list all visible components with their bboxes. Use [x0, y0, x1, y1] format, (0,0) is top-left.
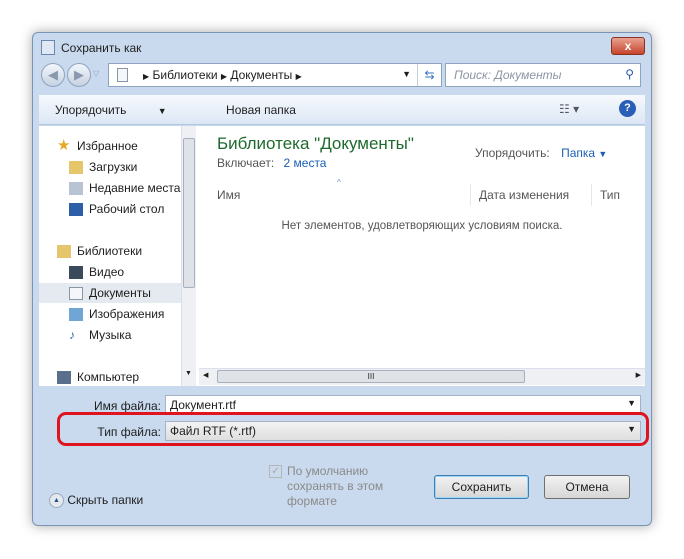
- downloads-icon: [69, 161, 83, 174]
- filename-label: Имя файла:: [94, 399, 161, 413]
- organize-button[interactable]: Упорядочить ▼: [55, 103, 195, 117]
- nav-computer[interactable]: Компьютер: [39, 367, 181, 387]
- scroll-right-arrow[interactable]: ▶: [636, 371, 641, 379]
- sidebar-scrollbar[interactable]: ▼: [181, 126, 196, 386]
- horizontal-scrollbar[interactable]: ◀ III ▶: [199, 368, 645, 385]
- address-bar[interactable]: ▶ Библиотеки ▶ Документы ▶ ▼ ⇆: [108, 63, 442, 87]
- desktop-icon: [69, 203, 83, 216]
- scroll-down-arrow[interactable]: ▼: [185, 370, 192, 377]
- breadcrumb-documents[interactable]: Документы: [230, 68, 292, 82]
- cancel-button[interactable]: Отмена: [544, 475, 630, 499]
- window-title: Сохранить как: [61, 41, 142, 55]
- libraries-icon: [57, 245, 71, 258]
- column-date[interactable]: Дата изменения: [471, 184, 592, 206]
- nav-libraries[interactable]: Библиотеки: [39, 241, 181, 261]
- star-icon: ★: [57, 137, 71, 154]
- close-button[interactable]: x: [611, 37, 645, 55]
- music-icon: ♪: [69, 328, 75, 342]
- save-button[interactable]: Сохранить: [434, 475, 529, 499]
- hscroll-thumb[interactable]: III: [217, 370, 525, 383]
- toolbar: Упорядочить ▼ Новая папка ☷ ▾ ?: [39, 95, 645, 125]
- video-icon: [69, 266, 83, 279]
- default-format-checkbox[interactable]: ✓: [269, 465, 282, 478]
- nav-pictures[interactable]: Изображения: [39, 304, 181, 324]
- nav-music[interactable]: ♪ Музыка: [39, 325, 181, 345]
- nav-recent[interactable]: Недавние места: [39, 178, 181, 198]
- empty-message: Нет элементов, удовлетворяющих условиям …: [281, 220, 563, 232]
- column-name[interactable]: Имя: [199, 184, 471, 206]
- includes-row: Включает: 2 места: [217, 156, 327, 170]
- search-input[interactable]: Поиск: Документы ⚲: [445, 63, 641, 87]
- computer-icon: [57, 371, 71, 384]
- nav-downloads[interactable]: Загрузки: [39, 157, 181, 177]
- new-folder-button[interactable]: Новая папка: [226, 103, 296, 117]
- nav-documents[interactable]: Документы: [39, 283, 181, 303]
- library-title: Библиотека "Документы": [217, 134, 414, 153]
- file-pane: Библиотека "Документы" Включает: 2 места…: [199, 126, 645, 386]
- back-button[interactable]: ◀: [41, 63, 65, 87]
- forward-button[interactable]: ▶: [67, 63, 91, 87]
- app-icon: [41, 40, 55, 55]
- arrange-by-dropdown[interactable]: Папка ▼: [561, 146, 607, 160]
- history-dropdown[interactable]: ▽: [93, 69, 99, 78]
- navigation-pane: ★ Избранное Загрузки Недавние места Рабоч…: [39, 126, 181, 386]
- scroll-left-arrow[interactable]: ◀: [203, 371, 208, 379]
- nav-desktop[interactable]: Рабочий стол: [39, 199, 181, 219]
- view-options-icon[interactable]: ☷ ▾: [559, 102, 579, 116]
- save-as-dialog: Сохранить как x ◀ ▶ ▽ ▶ Библиотеки ▶ Док…: [32, 32, 652, 526]
- default-format-label: По умолчанию сохранять в этом формате: [287, 464, 384, 508]
- nav-video[interactable]: Видео: [39, 262, 181, 282]
- includes-link[interactable]: 2 места: [284, 156, 327, 170]
- address-dropdown[interactable]: ▼: [402, 69, 411, 79]
- hide-folders-button[interactable]: ▲ Скрыть папки: [49, 493, 143, 509]
- collapse-icon: ▲: [49, 493, 64, 509]
- pictures-icon: [69, 308, 83, 321]
- nav-favorites[interactable]: ★ Избранное: [39, 136, 181, 156]
- recent-places-icon: [69, 182, 83, 195]
- help-icon[interactable]: ?: [619, 100, 636, 117]
- sort-arrow-icon: ^: [337, 178, 341, 187]
- refresh-icon[interactable]: ⇆: [417, 64, 441, 86]
- highlight-annotation: [57, 412, 649, 446]
- documents-icon: [69, 287, 83, 300]
- scroll-thumb[interactable]: [183, 138, 195, 288]
- breadcrumb-libraries[interactable]: Библиотеки: [153, 68, 218, 82]
- column-type[interactable]: Тип: [592, 184, 645, 206]
- document-icon: [117, 68, 128, 82]
- search-icon: ⚲: [625, 67, 634, 81]
- arrange-by: Упорядочить: Папка ▼: [475, 146, 608, 160]
- content-area: ★ Избранное Загрузки Недавние места Рабоч…: [39, 126, 645, 386]
